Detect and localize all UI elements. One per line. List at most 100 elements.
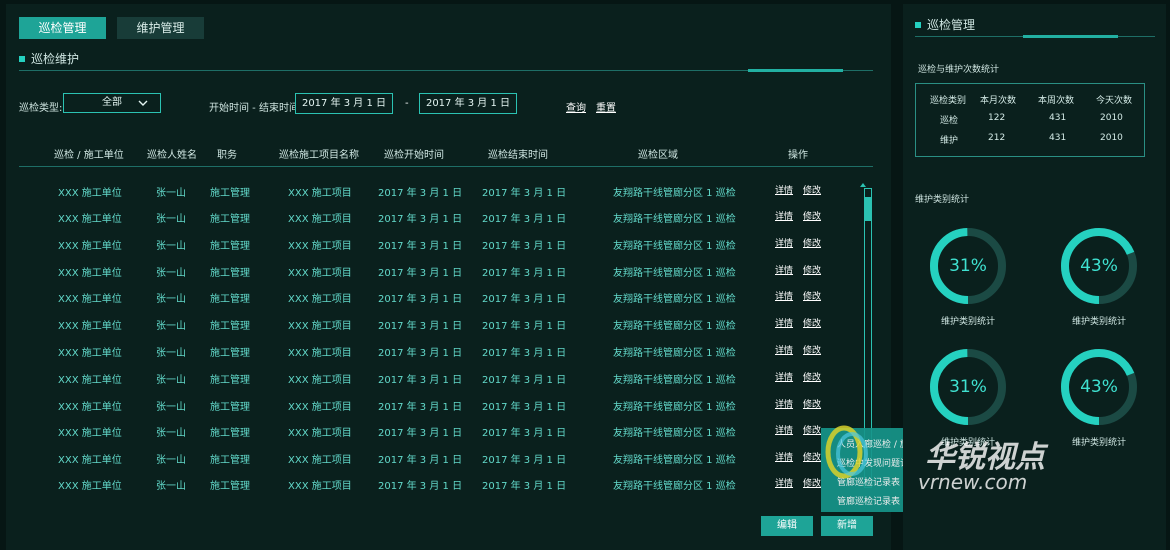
details-link[interactable]: 详情 [775, 183, 793, 196]
cell-start-time: 2017 年 3 月 1 日 [378, 188, 463, 199]
cell-area: 友翔路干线管廊分区 1 巡检 [613, 348, 736, 359]
square-icon [915, 22, 921, 28]
ring-caption: 维护类别统计 [940, 317, 995, 327]
cell-area: 友翔路干线管廊分区 1 巡检 [613, 321, 736, 332]
cell-unit: XXX 施工单位 [58, 321, 122, 332]
cell-end-time: 2017 年 3 月 1 日 [482, 348, 567, 359]
cell-unit: XXX 施工单位 [58, 268, 122, 279]
details-link[interactable]: 详情 [775, 263, 793, 276]
details-link[interactable]: 详情 [775, 397, 793, 410]
edit-button[interactable]: 编辑 [761, 516, 813, 536]
scrollbar-thumb[interactable] [865, 197, 871, 221]
cell-project: XXX 施工项目 [288, 348, 352, 359]
table-row: XXX 施工单位 张一山 施工管理 XXX 施工项目 2017 年 3 月 1 日 201… [6, 398, 891, 418]
sidebar-title-text: 巡检管理 [927, 18, 976, 32]
stats-header-week: 本周次数 [1038, 96, 1075, 106]
edit-link[interactable]: 修改 [803, 263, 821, 276]
main-panel: 巡检管理 维护管理 巡检维护 巡检类型: 全部 开始时间 - 结束时间: 201… [6, 4, 891, 550]
cell-area: 友翔路干线管廊分区 1 巡检 [613, 268, 736, 279]
type-select[interactable]: 全部 [63, 93, 161, 113]
cell-project: XXX 施工项目 [288, 428, 352, 439]
cell-role: 施工管理 [210, 455, 250, 466]
tab-inspection[interactable]: 巡检管理 [19, 17, 106, 39]
edit-link[interactable]: 修改 [803, 343, 821, 356]
section-divider-accent [748, 69, 843, 72]
col-header-unit: 巡检 / 施工单位 [54, 150, 124, 161]
cell-area: 友翔路干线管廊分区 1 巡检 [613, 241, 736, 252]
stats-cell: 212 [988, 133, 1006, 143]
stats-cell: 431 [1049, 133, 1067, 143]
col-header-area: 巡检区域 [638, 150, 678, 161]
col-header-start: 巡检开始时间 [384, 150, 444, 161]
cell-project: XXX 施工项目 [288, 321, 352, 332]
cell-unit: XXX 施工单位 [58, 481, 122, 492]
cell-area: 友翔路干线管廊分区 1 巡检 [613, 375, 736, 386]
cell-project: XXX 施工项目 [288, 188, 352, 199]
edit-link[interactable]: 修改 [803, 316, 821, 329]
cell-start-time: 2017 年 3 月 1 日 [378, 481, 463, 492]
cell-inspector-name: 张一山 [156, 321, 186, 332]
date-separator: - [405, 98, 409, 109]
cell-project: XXX 施工项目 [288, 455, 352, 466]
cell-inspector-name: 张一山 [156, 348, 186, 359]
count-stats-title: 巡检与维护次数统计 [918, 65, 1000, 75]
stats-cell: 维护 [940, 136, 959, 146]
details-link[interactable]: 详情 [775, 343, 793, 356]
cell-inspector-name: 张一山 [156, 241, 186, 252]
cell-inspector-name: 张一山 [156, 402, 186, 413]
details-link[interactable]: 详情 [775, 289, 793, 302]
chevron-down-icon [138, 100, 148, 106]
tab-maintenance[interactable]: 维护管理 [117, 17, 204, 39]
table-row: XXX 施工单位 张一山 施工管理 XXX 施工项目 2017 年 3 月 1 日 201… [6, 184, 891, 204]
edit-link[interactable]: 修改 [803, 183, 821, 196]
cell-role: 施工管理 [210, 241, 250, 252]
end-date-input[interactable]: 2017 年 3 月 1 日 [419, 93, 517, 114]
edit-link[interactable]: 修改 [803, 370, 821, 383]
cell-area: 友翔路干线管廊分区 1 巡检 [613, 455, 736, 466]
start-date-input[interactable]: 2017 年 3 月 1 日 [295, 93, 393, 114]
table-row: XXX 施工单位 张一山 施工管理 XXX 施工项目 2017 年 3 月 1 日 201… [6, 264, 891, 284]
cell-project: XXX 施工项目 [288, 294, 352, 305]
stats-header-today: 今天次数 [1096, 96, 1133, 106]
table-header-divider [19, 166, 873, 167]
cell-role: 施工管理 [210, 402, 250, 413]
cell-role: 施工管理 [210, 428, 250, 439]
category-stats-title: 维护类别统计 [915, 195, 970, 205]
cell-area: 友翔路干线管廊分区 1 巡检 [613, 481, 736, 492]
cell-unit: XXX 施工单位 [58, 348, 122, 359]
ring-chart: 43% 维护类别统计 [1059, 347, 1139, 448]
details-link[interactable]: 详情 [775, 316, 793, 329]
count-stats-table: 巡检类别 本月次数 本周次数 今天次数 巡检 122 431 2010 维护 2… [915, 83, 1145, 157]
cell-area: 友翔路干线管廊分区 1 巡检 [613, 214, 736, 225]
ring-percent: 43% [1080, 377, 1118, 397]
edit-link[interactable]: 修改 [803, 397, 821, 410]
details-link[interactable]: 详情 [775, 236, 793, 249]
add-button[interactable]: 新增 [821, 516, 873, 536]
details-link[interactable]: 详情 [775, 476, 793, 489]
details-link[interactable]: 详情 [775, 423, 793, 436]
query-button[interactable]: 查询 [566, 99, 586, 114]
cell-end-time: 2017 年 3 月 1 日 [482, 455, 567, 466]
details-link[interactable]: 详情 [775, 450, 793, 463]
sidebar-title: 巡检管理 [915, 16, 975, 33]
cell-unit: XXX 施工单位 [58, 214, 122, 225]
details-link[interactable]: 详情 [775, 209, 793, 222]
scroll-up-icon[interactable] [859, 182, 867, 188]
edit-link[interactable]: 修改 [803, 289, 821, 302]
cell-start-time: 2017 年 3 月 1 日 [378, 268, 463, 279]
cell-inspector-name: 张一山 [156, 268, 186, 279]
reset-button[interactable]: 重置 [596, 99, 616, 114]
cell-project: XXX 施工项目 [288, 241, 352, 252]
cell-end-time: 2017 年 3 月 1 日 [482, 214, 567, 225]
edit-link[interactable]: 修改 [803, 209, 821, 222]
section-title: 巡检维护 [19, 50, 79, 67]
table-row: XXX 施工单位 张一山 施工管理 XXX 施工项目 2017 年 3 月 1 日 201… [6, 237, 891, 257]
details-link[interactable]: 详情 [775, 370, 793, 383]
ring-percent: 31% [949, 256, 987, 276]
ring-caption: 维护类别统计 [1071, 317, 1126, 327]
cell-end-time: 2017 年 3 月 1 日 [482, 428, 567, 439]
edit-link[interactable]: 修改 [803, 236, 821, 249]
cell-role: 施工管理 [210, 214, 250, 225]
cell-role: 施工管理 [210, 375, 250, 386]
stats-cell: 431 [1049, 113, 1067, 123]
